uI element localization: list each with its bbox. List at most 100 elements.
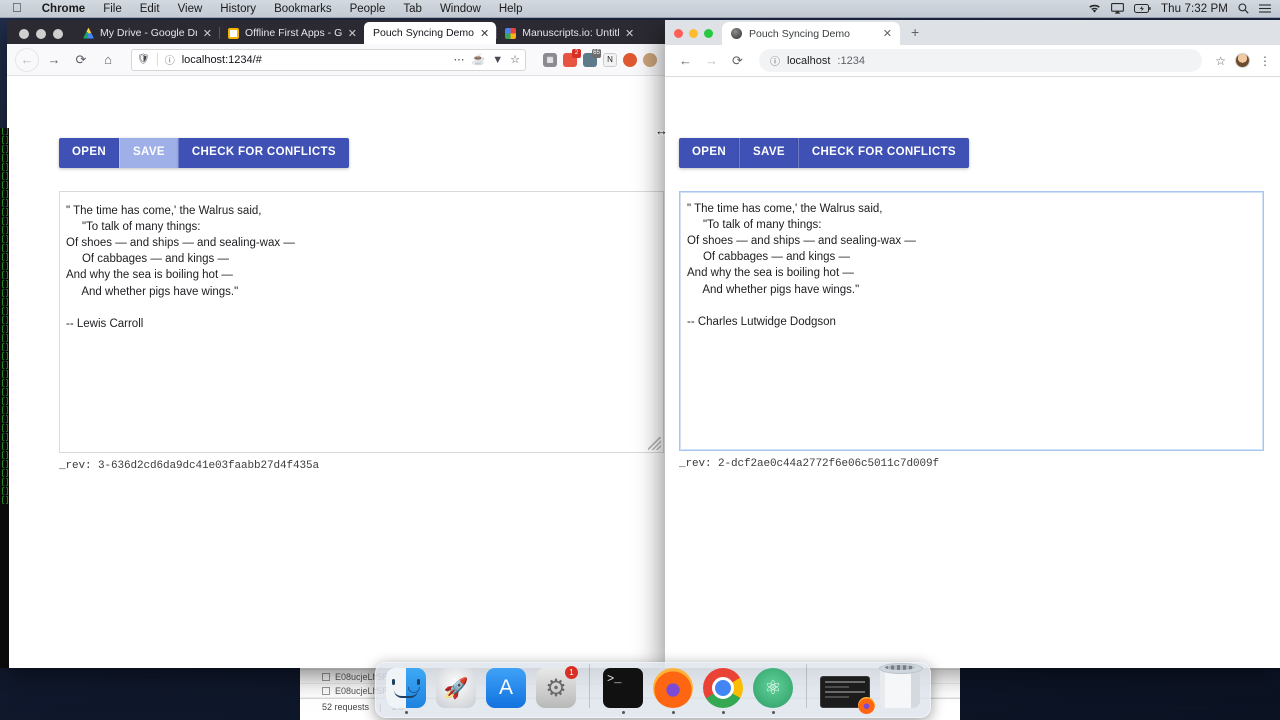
action-button-group[interactable]: OPEN SAVE CHECK FOR CONFLICTS (679, 138, 969, 168)
close-icon[interactable]: ✕ (625, 27, 634, 40)
action-button-group[interactable]: OPEN SAVE CHECK FOR CONFLICTS (59, 138, 349, 168)
minimized-firefox-window-icon[interactable] (820, 676, 875, 714)
launchpad-icon[interactable]: 🚀 (436, 668, 476, 708)
avatar-icon[interactable] (1235, 53, 1250, 68)
menu-item-bookmarks[interactable]: Bookmarks (265, 3, 341, 15)
dock-item-launchpad[interactable]: 🚀 (435, 668, 477, 714)
chrome-url-bar[interactable]: ⓘ localhost:1234 (759, 49, 1203, 72)
minimize-window-button[interactable] (36, 29, 46, 39)
macos-dock[interactable]: 🚀 A ⚙ 1 >_ ⚛ (375, 662, 931, 718)
firefox-toolbar[interactable]: ← → ⟳ ⌂ 🛡 ⓘ localhost:1234/# ⋯ ☕ ▼ ☆ ▦ 2 (7, 44, 665, 76)
info-circle-icon[interactable]: ⓘ (165, 52, 175, 67)
chrome-icon[interactable] (703, 668, 743, 708)
menubar-clock[interactable]: Thu 7:32 PM (1161, 3, 1228, 15)
menu-item-history[interactable]: History (211, 3, 265, 15)
dock-item-chrome[interactable] (702, 668, 744, 714)
ellipsis-icon[interactable]: ⋯ (454, 53, 465, 66)
save-button[interactable]: SAVE (739, 138, 798, 168)
maximize-window-button[interactable] (53, 29, 63, 39)
trash-icon[interactable] (879, 663, 923, 708)
star-icon[interactable]: ☆ (1215, 54, 1226, 68)
menu-item-chrome[interactable]: Chrome (33, 3, 94, 15)
menu-item-people[interactable]: People (341, 3, 395, 15)
system-preferences-icon[interactable]: ⚙ 1 (536, 666, 578, 708)
menu-item-view[interactable]: View (169, 3, 212, 15)
profile-extension-icon[interactable] (643, 52, 657, 67)
menu-item-file[interactable]: File (94, 3, 131, 15)
firefox-titlebar[interactable]: My Drive - Google Drive ✕ Offline First … (7, 20, 665, 44)
url-text[interactable]: localhost:1234/# (182, 54, 447, 66)
menu-item-help[interactable]: Help (490, 3, 532, 15)
save-button[interactable]: SAVE (119, 138, 178, 168)
apple-icon[interactable]:  (0, 1, 33, 14)
checkbox-icon[interactable] (322, 672, 330, 681)
menu-item-edit[interactable]: Edit (131, 3, 169, 15)
wifi-icon[interactable] (1088, 4, 1101, 14)
atom-icon[interactable]: ⚛ (753, 668, 793, 708)
forward-arrow-icon[interactable]: → (700, 49, 723, 72)
close-window-button[interactable] (674, 29, 683, 38)
tab-pouch-syncing-demo[interactable]: Pouch Syncing Demo ✕ (722, 22, 900, 45)
open-button[interactable]: OPEN (59, 138, 119, 168)
kebab-menu-icon[interactable]: ⋮ (1259, 54, 1271, 68)
firefox-extensions[interactable]: ▦ 2 65 N (537, 48, 657, 67)
app-store-icon[interactable]: A (486, 668, 526, 708)
firefox-window[interactable]: My Drive - Google Drive ✕ Offline First … (7, 20, 665, 668)
forward-arrow-icon[interactable]: → (42, 48, 66, 72)
notion-extension-icon[interactable]: N (603, 52, 617, 67)
tab-manuscripts-io[interactable]: Manuscripts.io: Untitled Proje ✕ (496, 22, 641, 44)
document-textarea[interactable]: " The time has come,' the Walrus said, "… (59, 190, 664, 453)
shield-icon[interactable]: 🛡 (137, 54, 150, 65)
tab-my-drive[interactable]: My Drive - Google Drive ✕ (74, 22, 219, 44)
maximize-window-button[interactable] (704, 29, 713, 38)
duckduckgo-extension-icon[interactable] (623, 52, 637, 67)
info-circle-icon[interactable]: ⓘ (770, 53, 780, 68)
firefox-url-bar[interactable]: 🛡 ⓘ localhost:1234/# ⋯ ☕ ▼ ☆ (131, 48, 526, 71)
tab-pouch-syncing-demo[interactable]: Pouch Syncing Demo ✕ (364, 22, 497, 44)
terminal-icon[interactable]: >_ (603, 668, 643, 708)
checkbox-icon[interactable] (322, 686, 330, 695)
news-extension-icon[interactable]: 2 (563, 48, 581, 67)
tab-offline-first-apps[interactable]: Offline First Apps - Google Sli ✕ (219, 22, 364, 44)
new-tab-button[interactable]: + (900, 24, 919, 45)
back-arrow-icon[interactable]: ← (15, 47, 39, 72)
dock-item-system-preferences[interactable]: ⚙ 1 (535, 666, 578, 714)
dock-item-terminal[interactable]: >_ (602, 668, 644, 714)
textarea-resize-grip[interactable] (648, 436, 661, 450)
apps-grid-icon[interactable]: ▦ (543, 52, 557, 67)
airplay-icon[interactable] (1111, 3, 1124, 14)
close-icon[interactable]: ✕ (480, 27, 489, 40)
window-traffic-lights[interactable] (7, 29, 74, 44)
search-icon[interactable] (1238, 3, 1249, 14)
menu-item-window[interactable]: Window (431, 3, 490, 15)
dock-item-firefox[interactable] (652, 668, 694, 714)
pocket-icon[interactable]: ☕ (472, 53, 486, 66)
close-icon[interactable]: ✕ (348, 27, 357, 40)
open-button[interactable]: OPEN (679, 138, 739, 168)
dock-item-atom[interactable]: ⚛ (752, 668, 794, 714)
finder-icon[interactable] (386, 668, 426, 708)
dock-item-trash[interactable] (879, 663, 923, 714)
battery-icon[interactable] (1134, 4, 1151, 13)
close-window-button[interactable] (19, 29, 29, 39)
reload-icon[interactable]: ⟳ (69, 48, 93, 72)
chrome-window[interactable]: Pouch Syncing Demo ✕ + ← → ⟳ ⓘ localhost… (665, 20, 1280, 668)
dock-item-minimized-window[interactable] (819, 676, 875, 714)
dock-item-finder[interactable] (385, 668, 427, 714)
firefox-icon[interactable] (653, 668, 693, 708)
control-center-icon[interactable] (1259, 4, 1271, 13)
chrome-toolbar-right[interactable]: ☆ ⋮ (1212, 53, 1271, 68)
chrome-toolbar[interactable]: ← → ⟳ ⓘ localhost:1234 ☆ ⋮ (665, 45, 1280, 77)
minimize-window-button[interactable] (689, 29, 698, 38)
close-icon[interactable]: ✕ (883, 27, 892, 40)
document-textarea[interactable]: " The time has come,' the Walrus said, "… (679, 190, 1264, 451)
menu-item-tab[interactable]: Tab (394, 3, 431, 15)
star-icon[interactable]: ☆ (510, 53, 520, 66)
dock-item-app-store[interactable]: A (485, 668, 527, 714)
check-for-conflicts-button[interactable]: CHECK FOR CONFLICTS (177, 138, 349, 168)
firefox-tabstrip[interactable]: My Drive - Google Drive ✕ Offline First … (74, 20, 665, 44)
home-icon[interactable]: ⌂ (96, 48, 120, 72)
reload-icon[interactable]: ⟳ (726, 49, 749, 72)
close-icon[interactable]: ✕ (203, 27, 212, 40)
back-arrow-icon[interactable]: ← (674, 49, 697, 72)
